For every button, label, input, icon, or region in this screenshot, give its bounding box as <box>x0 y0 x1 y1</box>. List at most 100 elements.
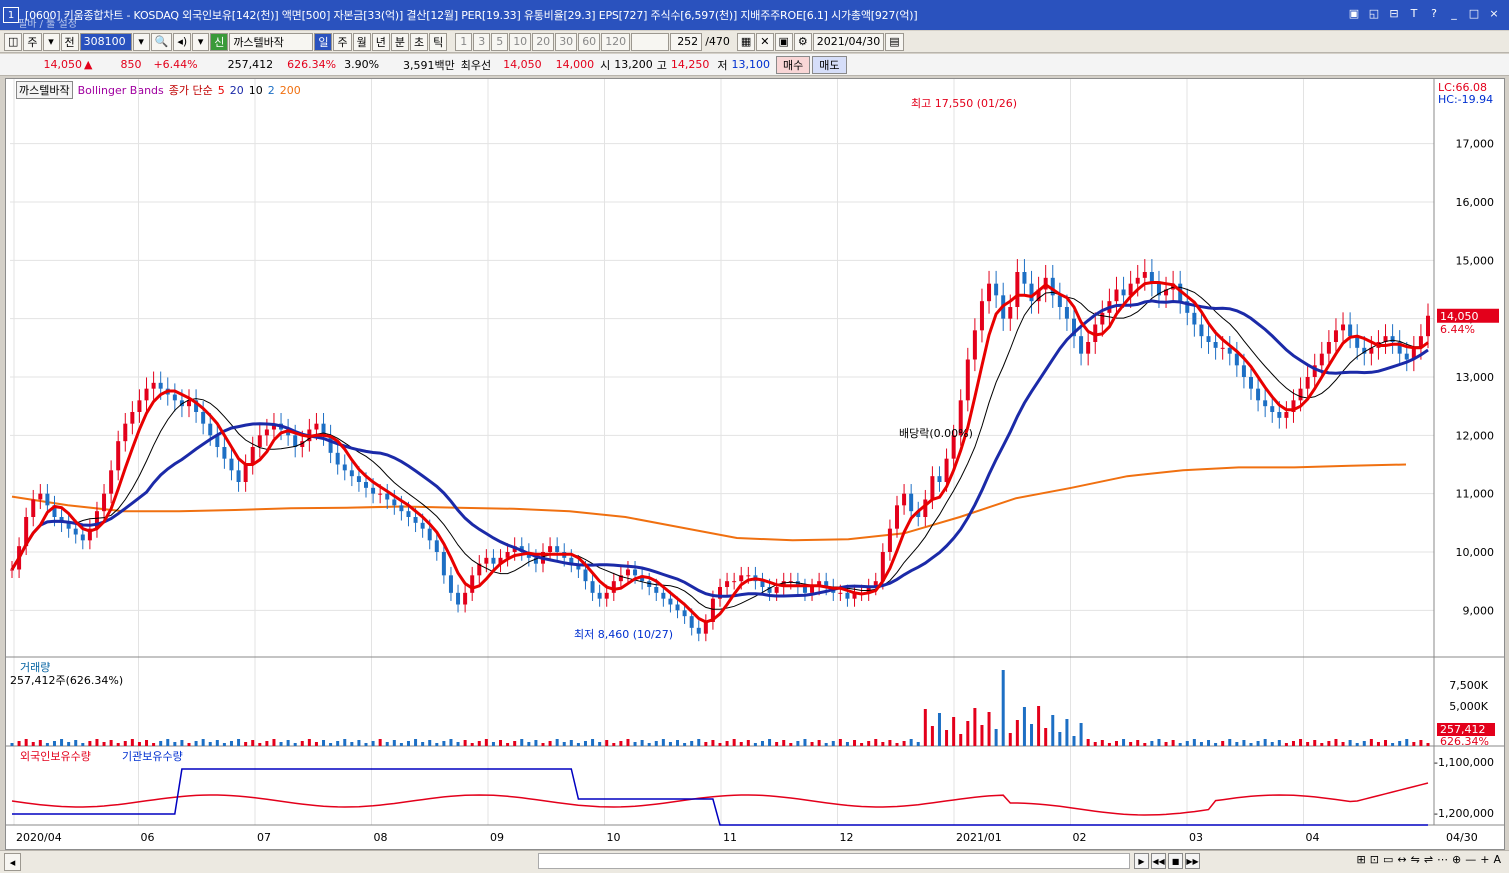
candle-body <box>187 400 191 407</box>
stop-icon[interactable]: ■ <box>1168 853 1183 869</box>
dividend-annotation: 배당락(0.00%) <box>899 427 973 440</box>
volume-bar <box>937 713 941 746</box>
crosshair-icon[interactable]: ✕ <box>756 32 774 51</box>
market-select[interactable]: 주 <box>23 32 42 51</box>
code-dropdown-icon[interactable]: ▾ <box>132 32 150 51</box>
rewind-icon[interactable]: ◀◀ <box>1151 853 1166 869</box>
auto-icon[interactable]: A <box>1493 853 1501 866</box>
volume-bar <box>201 739 205 746</box>
candle-body <box>987 283 992 302</box>
period-year[interactable]: 년 <box>371 32 390 51</box>
font-icon[interactable]: T <box>1407 6 1421 20</box>
period-minute[interactable]: 분 <box>390 32 409 51</box>
inst-holding-label: 기관보유수량 <box>122 750 183 763</box>
volume-bar <box>1221 741 1225 746</box>
holding-y-tick: -1,200,000 <box>1434 807 1494 820</box>
chart-toolbar: ◫ 주 ▾ 전 308100 ▾ 🔍 ◂) ▾ 신 까스텔바작 일 주 월 년 … <box>0 31 1509 53</box>
period-second[interactable]: 초 <box>409 32 429 51</box>
split-icon[interactable]: ⊟ <box>1387 6 1401 20</box>
period-tick[interactable]: 틱 <box>429 32 448 51</box>
candle-body <box>1022 272 1027 284</box>
search-icon[interactable]: 🔍 <box>150 32 173 51</box>
interval-custom-input[interactable] <box>631 32 670 51</box>
tool-g-icon[interactable]: ⋯ <box>1437 853 1448 866</box>
volume-bar <box>435 743 439 746</box>
all-button[interactable]: 전 <box>60 32 79 51</box>
y-tick-label: 9,000 <box>1463 604 1495 617</box>
candle-body <box>1256 388 1261 401</box>
tool-a-icon[interactable]: ⊞ <box>1357 853 1366 866</box>
play-icon[interactable]: ▶ <box>1134 853 1149 869</box>
layout-button[interactable]: ◫ <box>4 32 23 51</box>
buy-button[interactable]: 매수 <box>776 55 811 74</box>
volume-bar <box>973 708 977 746</box>
sell-button[interactable]: 매도 <box>812 55 847 74</box>
best-bid: 14,050 <box>503 58 542 71</box>
price-chart-svg[interactable]: 17,00016,00015,00014,00013,00012,00011,0… <box>6 79 1504 849</box>
interval-5[interactable]: 5 <box>491 32 509 51</box>
tool-c-icon[interactable]: ▭ <box>1383 853 1393 866</box>
candle-body <box>1234 353 1239 366</box>
period-day[interactable]: 일 <box>314 32 333 51</box>
tool-b-icon[interactable]: ⊡ <box>1370 853 1379 866</box>
interval-1[interactable]: 1 <box>455 32 473 51</box>
chart-area[interactable]: 까스텔바작 Bollinger Bands 종가 단순 5 20 10 2 20… <box>5 78 1505 850</box>
chart-scrollbar[interactable] <box>538 853 1130 869</box>
stock-code-input[interactable]: 308100 <box>79 32 132 51</box>
interval-10[interactable]: 10 <box>509 32 532 51</box>
tool-d-icon[interactable]: ↔ <box>1397 853 1406 866</box>
candle-body <box>937 476 942 482</box>
tool-f-icon[interactable]: ⇌ <box>1424 853 1433 866</box>
ma200-line <box>11 463 1407 542</box>
date-input[interactable]: 2021/04/30 <box>812 32 885 51</box>
market-dropdown-icon[interactable]: ▾ <box>42 32 60 51</box>
volume-bar <box>1426 743 1430 746</box>
minus-icon[interactable]: — <box>1465 853 1476 866</box>
interval-30[interactable]: 30 <box>555 32 578 51</box>
price-change: 850 <box>120 58 142 71</box>
candle-body <box>371 487 376 494</box>
count-input[interactable]: 252 <box>670 32 703 51</box>
volume-bar <box>145 740 149 746</box>
interval-60[interactable]: 60 <box>578 32 601 51</box>
volume-bar <box>1086 739 1090 746</box>
speaker-dropdown-icon[interactable]: ▾ <box>192 32 210 51</box>
speaker-icon[interactable]: ◂) <box>173 32 192 51</box>
candle-body <box>342 464 347 471</box>
link-icon[interactable]: ▣ <box>1347 6 1361 20</box>
candle-body <box>802 587 807 593</box>
interval-3[interactable]: 3 <box>473 32 491 51</box>
calendar-icon[interactable]: ▤ <box>885 32 904 51</box>
volume-bar <box>52 741 56 746</box>
minimize-icon[interactable]: _ <box>1447 6 1461 20</box>
period-week[interactable]: 주 <box>333 32 352 51</box>
settings-icon[interactable]: ⚙ <box>793 32 812 51</box>
plus-icon[interactable]: + <box>1480 853 1489 866</box>
help-icon[interactable]: ? <box>1427 6 1441 20</box>
period-month[interactable]: 월 <box>352 32 371 51</box>
candle-body <box>1100 312 1105 325</box>
new-badge[interactable]: 신 <box>210 32 229 51</box>
interval-20[interactable]: 20 <box>532 32 555 51</box>
candle-body <box>293 435 298 447</box>
volume-bar <box>10 743 14 746</box>
tool-e-icon[interactable]: ⇋ <box>1411 853 1420 866</box>
close-icon[interactable]: × <box>1487 6 1501 20</box>
scroll-left-icon[interactable]: ◂ <box>4 853 21 871</box>
volume-bar <box>406 741 410 746</box>
stock-name-field[interactable]: 까스텔바작 <box>229 32 314 51</box>
interval-120[interactable]: 120 <box>601 32 631 51</box>
candle-body <box>349 470 354 477</box>
volume-bar <box>725 741 729 746</box>
window-number[interactable]: 1 <box>3 7 19 23</box>
forward-icon[interactable]: ▶▶ <box>1185 853 1200 869</box>
candle-body <box>590 581 595 593</box>
zoom-in-icon[interactable]: ⊕ <box>1452 853 1461 866</box>
save-icon[interactable]: ▣ <box>774 32 793 51</box>
grid-icon[interactable]: ▦ <box>736 32 756 51</box>
restore-icon[interactable]: ◱ <box>1367 6 1381 20</box>
volume-bar <box>194 741 198 746</box>
maximize-icon[interactable]: □ <box>1467 6 1481 20</box>
volume-bar <box>45 743 49 746</box>
volume-bar <box>152 743 156 746</box>
